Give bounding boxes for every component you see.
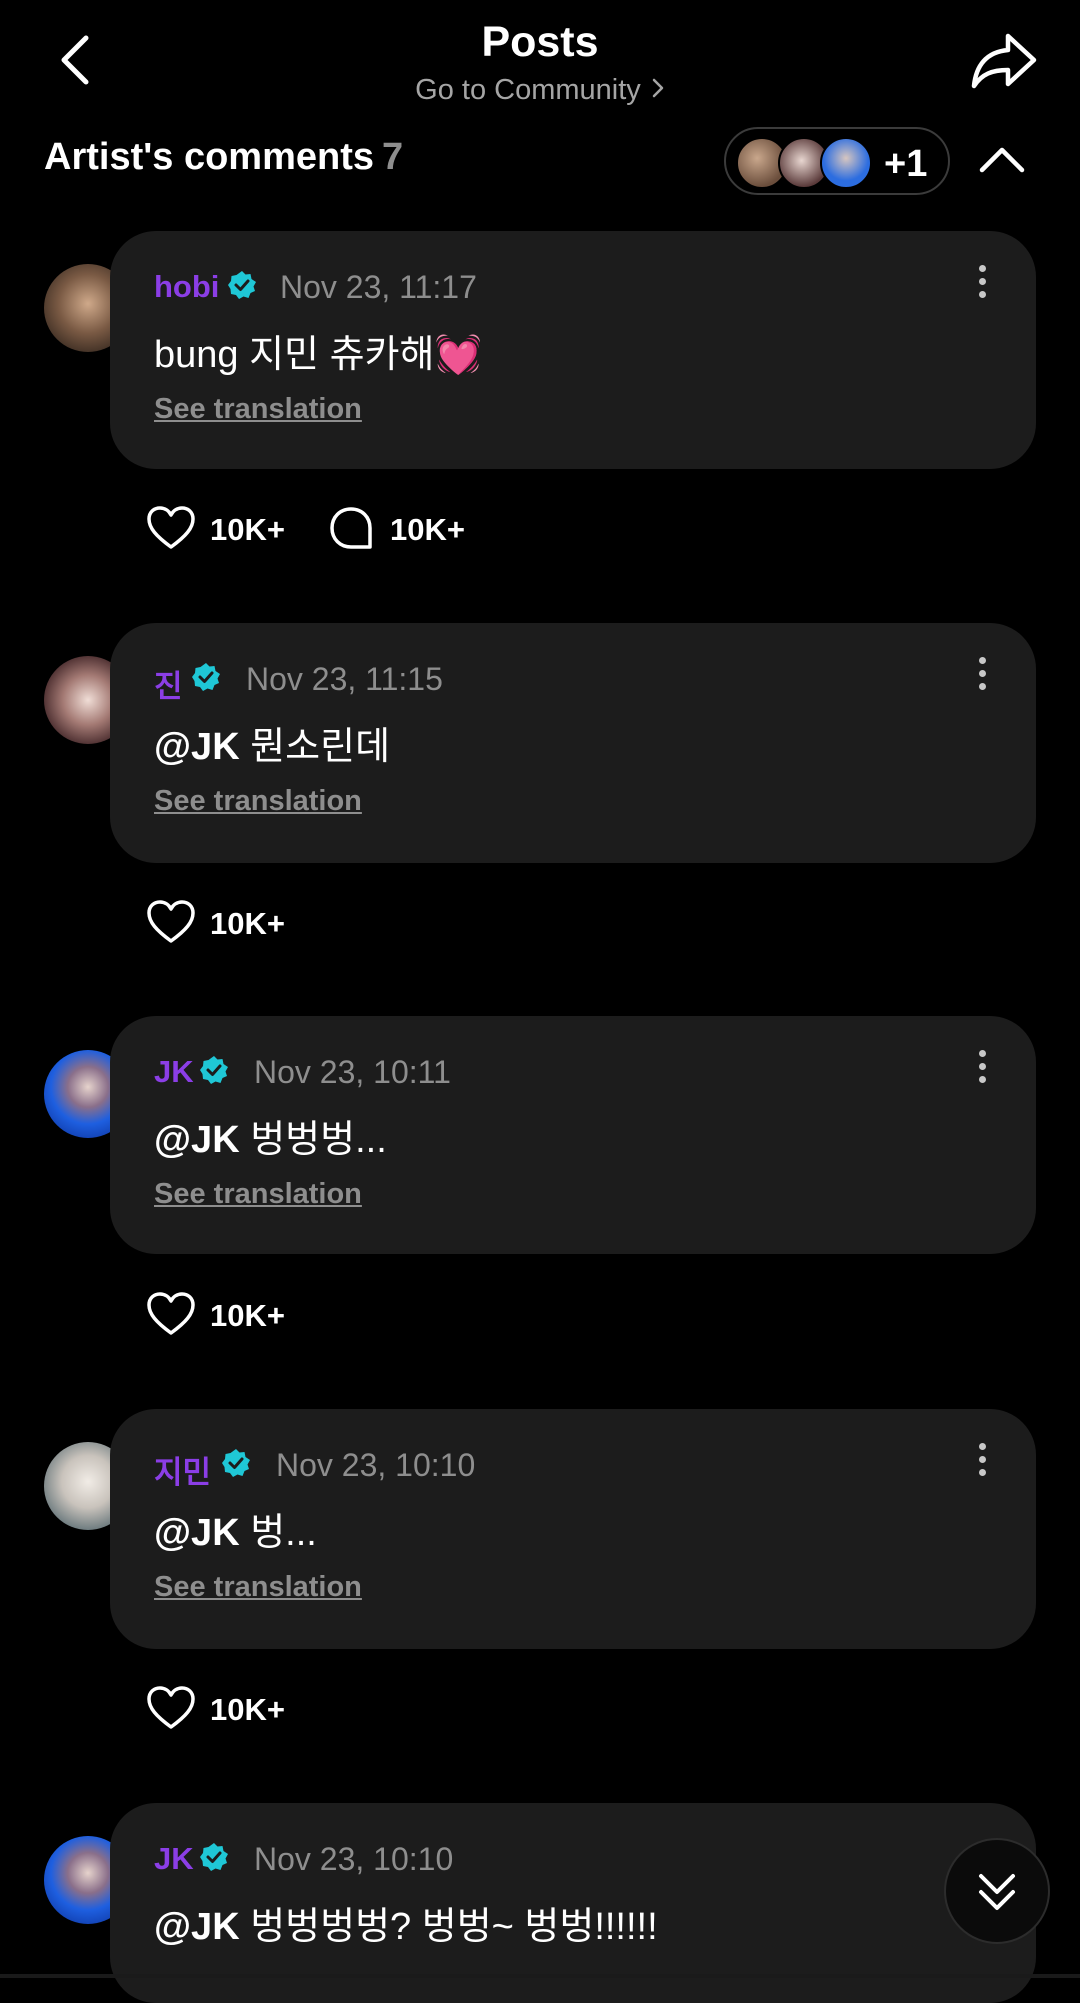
chevron-right-icon bbox=[651, 74, 665, 107]
comment-body: 뭔소린데 bbox=[239, 726, 391, 768]
comment-actions: 10K+ 10K+ bbox=[146, 504, 476, 556]
see-translation-link[interactable]: See translation bbox=[154, 1571, 362, 1604]
artist-comments-heading: Artist's comments 7 bbox=[44, 136, 403, 179]
verified-badge-icon bbox=[222, 1449, 250, 1477]
comment-text: @JK 벙... bbox=[154, 1501, 317, 1556]
share-button[interactable] bbox=[968, 28, 1040, 94]
artist-avatars-pill[interactable]: +1 bbox=[724, 127, 950, 195]
comment-text: bung 지민 츄카해💓 bbox=[154, 334, 482, 376]
comment-card: JK Nov 23, 10:11 @JK 벙벙벙... See translat… bbox=[110, 1016, 1036, 1254]
comment-date: Nov 23, 11:15 bbox=[246, 661, 443, 697]
verified-badge-icon bbox=[200, 1843, 228, 1871]
like-count: 10K+ bbox=[210, 906, 285, 941]
comment-author[interactable]: JK bbox=[154, 1054, 194, 1090]
comment-body: 벙벙벙... bbox=[239, 1119, 387, 1161]
comment-icon[interactable] bbox=[326, 504, 376, 554]
like-count: 10K+ bbox=[210, 1692, 285, 1727]
comment-actions: 10K+ bbox=[146, 898, 306, 950]
go-to-community-link[interactable]: Go to Community bbox=[0, 74, 1080, 107]
more-artists-count: +1 bbox=[884, 143, 928, 185]
kebab-menu-icon[interactable] bbox=[974, 1050, 990, 1090]
comment-card: 지민 Nov 23, 10:10 @JK 벙... See translatio… bbox=[110, 1409, 1036, 1649]
verified-badge-icon bbox=[192, 663, 220, 691]
kebab-menu-icon[interactable] bbox=[974, 265, 990, 305]
comment-text: @JK 벙벙벙... bbox=[154, 1108, 387, 1163]
comment-date: Nov 23, 10:10 bbox=[276, 1447, 476, 1483]
mention[interactable]: @JK bbox=[154, 1512, 240, 1554]
artist-comments-label: Artist's comments bbox=[44, 136, 375, 178]
mention[interactable]: @JK bbox=[154, 1906, 240, 1948]
kebab-menu-icon[interactable] bbox=[974, 1443, 990, 1483]
comment-body: 벙벙벙벙? 벙벙~ 벙벙!!!!!! bbox=[239, 1906, 658, 1948]
kebab-menu-icon[interactable] bbox=[974, 657, 990, 697]
comment-actions: 10K+ bbox=[146, 1684, 306, 1736]
see-translation-link[interactable]: See translation bbox=[154, 1178, 362, 1211]
heart-icon[interactable] bbox=[146, 1290, 196, 1340]
mention[interactable]: @JK bbox=[154, 726, 240, 768]
comment-author[interactable]: 지민 bbox=[154, 1447, 211, 1492]
comment-body: 벙... bbox=[239, 1512, 317, 1554]
comment-card: JK Nov 23, 10:10 @JK 벙벙벙벙? 벙벙~ 벙벙!!!!!! bbox=[110, 1803, 1036, 2003]
bottom-divider bbox=[0, 1974, 1080, 1978]
comment-date: Nov 23, 10:10 bbox=[254, 1841, 454, 1877]
reply-count: 10K+ bbox=[390, 512, 465, 547]
page-title: Posts bbox=[481, 18, 599, 66]
chevron-up-icon bbox=[979, 147, 1025, 173]
verified-badge-icon bbox=[228, 271, 256, 299]
share-icon bbox=[971, 33, 1037, 89]
double-chevron-down-icon bbox=[979, 1874, 1015, 1910]
heart-icon[interactable] bbox=[146, 504, 196, 554]
see-translation-link[interactable]: See translation bbox=[154, 393, 362, 426]
avatar bbox=[820, 137, 872, 189]
comment-author[interactable]: JK bbox=[154, 1841, 194, 1877]
heart-icon[interactable] bbox=[146, 1684, 196, 1734]
heart-icon[interactable] bbox=[146, 898, 196, 948]
comment-actions: 10K+ bbox=[146, 1290, 306, 1342]
comment-date: Nov 23, 10:11 bbox=[254, 1054, 451, 1090]
comment-card: hobi Nov 23, 11:17 bung 지민 츄카해💓 See tran… bbox=[110, 231, 1036, 469]
verified-badge-icon bbox=[200, 1056, 228, 1084]
see-translation-link[interactable]: See translation bbox=[154, 785, 362, 818]
artist-comments-count: 7 bbox=[382, 136, 404, 178]
comment-author[interactable]: 진 bbox=[154, 661, 183, 706]
comment-text: @JK 벙벙벙벙? 벙벙~ 벙벙!!!!!! bbox=[154, 1895, 658, 1950]
comment-author[interactable]: hobi bbox=[154, 269, 219, 305]
collapse-button[interactable] bbox=[974, 132, 1030, 188]
mention[interactable]: @JK bbox=[154, 1119, 240, 1161]
scroll-to-bottom-button[interactable] bbox=[944, 1838, 1050, 1944]
comment-text: @JK 뭔소린데 bbox=[154, 715, 390, 770]
comment-date: Nov 23, 11:17 bbox=[280, 269, 477, 305]
comment-card: 진 Nov 23, 11:15 @JK 뭔소린데 See translation bbox=[110, 623, 1036, 863]
like-count: 10K+ bbox=[210, 1298, 285, 1333]
like-count: 10K+ bbox=[210, 512, 285, 547]
community-link-label: Go to Community bbox=[415, 74, 641, 106]
